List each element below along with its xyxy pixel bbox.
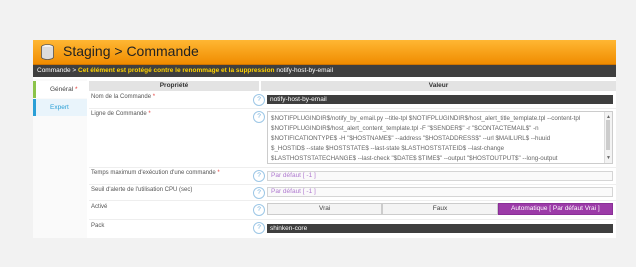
row-divider [89, 200, 616, 201]
page-title: Staging > Commande [63, 43, 199, 59]
tab-expert[interactable]: Expert [33, 99, 87, 116]
command-line-label: Ligne de Commande * [91, 111, 151, 117]
enabled-option-auto[interactable]: Automatique [ Par défaut Vrai ] [497, 203, 613, 215]
tab-general-label: Général [50, 86, 74, 93]
enabled-toggle-group: Vrai Faux Automatique [ Par défaut Vrai … [267, 203, 613, 215]
help-icon[interactable]: ? [253, 111, 265, 123]
help-icon[interactable]: ? [253, 94, 265, 106]
help-icon[interactable]: ? [253, 204, 265, 216]
tab-general[interactable]: Général * [33, 81, 87, 98]
command-line-textarea[interactable]: $NOTIFPLUGINDIR$/notify_by_email.py --ti… [267, 111, 613, 164]
row-divider [89, 108, 616, 109]
required-mark: * [74, 86, 78, 93]
help-icon[interactable]: ? [253, 222, 265, 234]
enabled-option-true[interactable]: Vrai [267, 203, 383, 215]
row-divider [89, 219, 616, 220]
column-header-property: Propriété [89, 81, 259, 91]
textarea-scrollbar[interactable]: ▲ ▼ [604, 112, 612, 163]
max-exec-time-input[interactable]: Par défaut [ -1 ] [267, 171, 613, 181]
help-icon[interactable]: ? [253, 187, 265, 199]
row-divider [89, 167, 616, 168]
command-name-label: Nom de la Commande * [91, 94, 156, 100]
breadcrumb: Commande > Cet élément est protégé contr… [33, 65, 616, 77]
max-exec-time-label: Temps maximum d'exécution d'une commande… [91, 170, 220, 176]
breadcrumb-prefix[interactable]: Commande > [37, 67, 78, 74]
scrollbar-thumb[interactable] [606, 120, 610, 150]
protection-warning: Cet élément est protégé contre le renomm… [78, 67, 275, 74]
enabled-option-false[interactable]: Faux [382, 203, 498, 215]
row-divider [89, 184, 616, 185]
breadcrumb-item: notify-host-by-email [274, 67, 334, 74]
pack-field: shinken-core [267, 224, 613, 233]
column-header-value: Valeur [261, 81, 616, 91]
cylinder-icon [41, 44, 54, 60]
cpu-threshold-input[interactable]: Par défaut [ -1 ] [267, 187, 613, 197]
title-bar: Staging > Commande [33, 40, 616, 65]
command-name-field: notify-host-by-email [267, 95, 613, 104]
pack-label: Pack [91, 223, 105, 229]
tab-expert-label: Expert [50, 104, 69, 111]
cpu-threshold-label: Seuil d'alerte de l'utilisation CPU (sec… [91, 187, 193, 193]
command-line-text: $NOTIFPLUGINDIR$/notify_by_email.py --ti… [271, 115, 581, 162]
scroll-down-icon[interactable]: ▼ [606, 155, 611, 161]
enabled-label: Activé [91, 204, 108, 210]
command-panel: Staging > Commande Commande > Cet élémen… [33, 40, 616, 238]
help-icon[interactable]: ? [253, 170, 265, 182]
